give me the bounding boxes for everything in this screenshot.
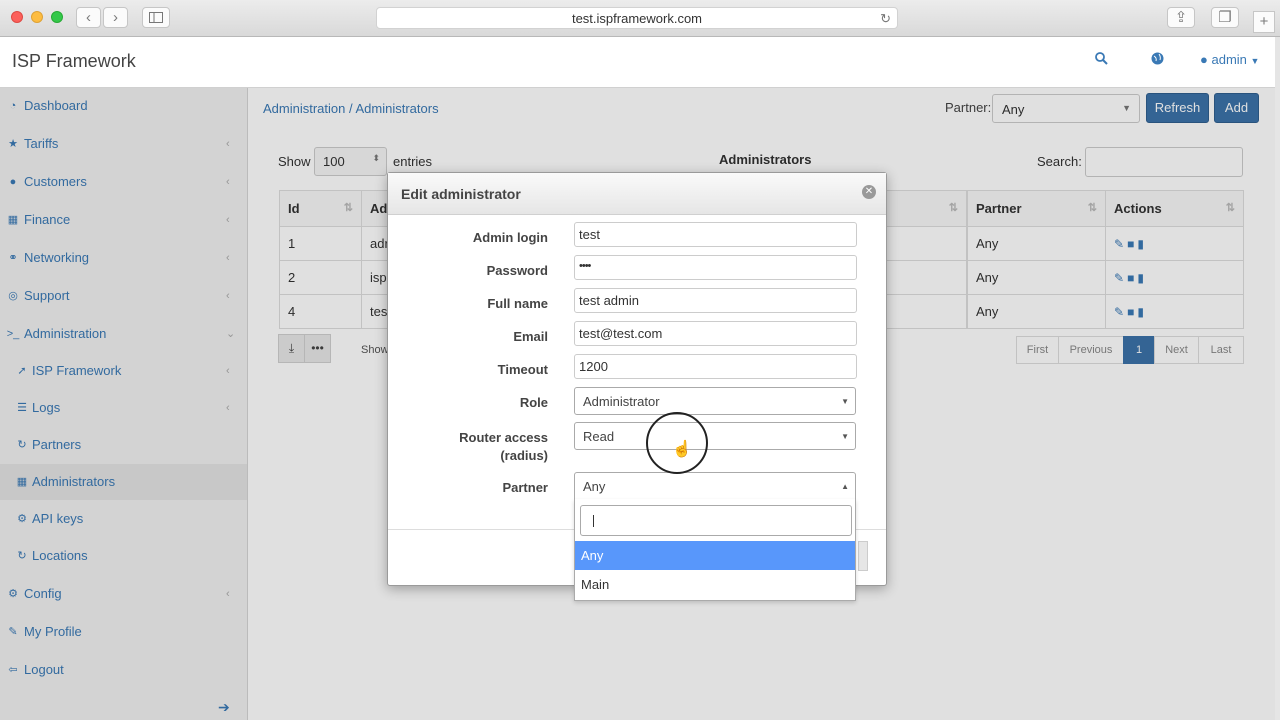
save-button[interactable]	[858, 541, 868, 571]
browser-toolbar: ‹ › test.ispframework.com ↻ ⇪ ❐ +	[0, 0, 1280, 37]
reload-icon[interactable]: ↻	[880, 8, 891, 29]
caret-down-icon: ▼	[841, 432, 849, 441]
partner-dropdown: Any Main	[574, 499, 856, 601]
share-icon: ⇪	[1174, 9, 1188, 26]
router-access-label-line1: Router access	[459, 430, 548, 445]
caret-up-icon: ▲	[841, 482, 849, 491]
role-select[interactable]: Administrator ▼	[574, 387, 856, 415]
app-header: ISP Framework ● admin ▼	[0, 37, 1275, 88]
timeout-field[interactable]: 1200	[574, 354, 857, 379]
close-icon[interactable]: ✕	[862, 185, 876, 199]
sidebar-toggle-button[interactable]	[142, 7, 170, 28]
user-menu[interactable]: ● admin ▼	[1200, 52, 1259, 67]
caret-down-icon: ▼	[1250, 56, 1260, 66]
admin-login-field[interactable]: test	[574, 222, 857, 247]
tabs-button[interactable]: ❐	[1211, 7, 1239, 28]
chevron-right-icon: ›	[113, 9, 118, 26]
globe-icon[interactable]	[1151, 52, 1164, 68]
admin-login-label: Admin login	[472, 230, 548, 245]
new-tab-button[interactable]: +	[1253, 11, 1275, 33]
user-name: admin	[1211, 52, 1247, 67]
full-name-field[interactable]: test admin	[574, 288, 857, 313]
role-value: Administrator	[583, 394, 660, 409]
text-cursor	[593, 515, 594, 527]
tabs-icon: ❐	[1218, 9, 1232, 26]
hand-cursor-icon: ☝	[672, 441, 692, 458]
plus-icon: +	[1259, 13, 1269, 30]
role-label: Role	[519, 395, 548, 410]
dropdown-search-input[interactable]	[580, 505, 852, 536]
dropdown-option-main[interactable]: Main	[575, 570, 855, 599]
password-field[interactable]: ••••	[574, 255, 857, 280]
chevron-left-icon: ‹	[86, 9, 91, 26]
close-window-button[interactable]	[11, 11, 23, 23]
forward-button[interactable]: ›	[103, 7, 128, 28]
maximize-window-button[interactable]	[51, 11, 63, 23]
partner-label: Partner	[502, 480, 548, 495]
caret-down-icon: ▼	[841, 397, 849, 406]
router-access-label-line2: (radius)	[500, 448, 548, 463]
minimize-window-button[interactable]	[31, 11, 43, 23]
dialog-title: Edit administrator	[401, 186, 521, 202]
page-scrollbar[interactable]	[1275, 37, 1280, 720]
timeout-label: Timeout	[497, 362, 548, 377]
partner-value: Any	[583, 479, 606, 494]
router-access-select[interactable]: Read ▼	[574, 422, 856, 450]
router-access-value: Read	[583, 429, 615, 444]
email-label: Email	[513, 329, 548, 344]
url-text: test.ispframework.com	[571, 11, 703, 26]
share-button[interactable]: ⇪	[1167, 7, 1195, 28]
full-name-label: Full name	[487, 296, 548, 311]
back-button[interactable]: ‹	[76, 7, 101, 28]
partner-select[interactable]: Any ▲	[574, 472, 856, 500]
email-field[interactable]: test@test.com	[574, 321, 857, 346]
sidebar-icon	[149, 12, 163, 23]
search-icon[interactable]	[1095, 52, 1108, 68]
router-access-label: Router access (radius)	[388, 429, 548, 465]
brand-title[interactable]: ISP Framework	[12, 51, 136, 72]
address-bar[interactable]: test.ispframework.com ↻	[376, 7, 898, 29]
password-label: Password	[486, 263, 548, 278]
dropdown-option-any[interactable]: Any	[575, 541, 855, 570]
user-icon: ●	[1200, 52, 1208, 67]
dialog-header: Edit administrator ✕	[388, 173, 886, 215]
